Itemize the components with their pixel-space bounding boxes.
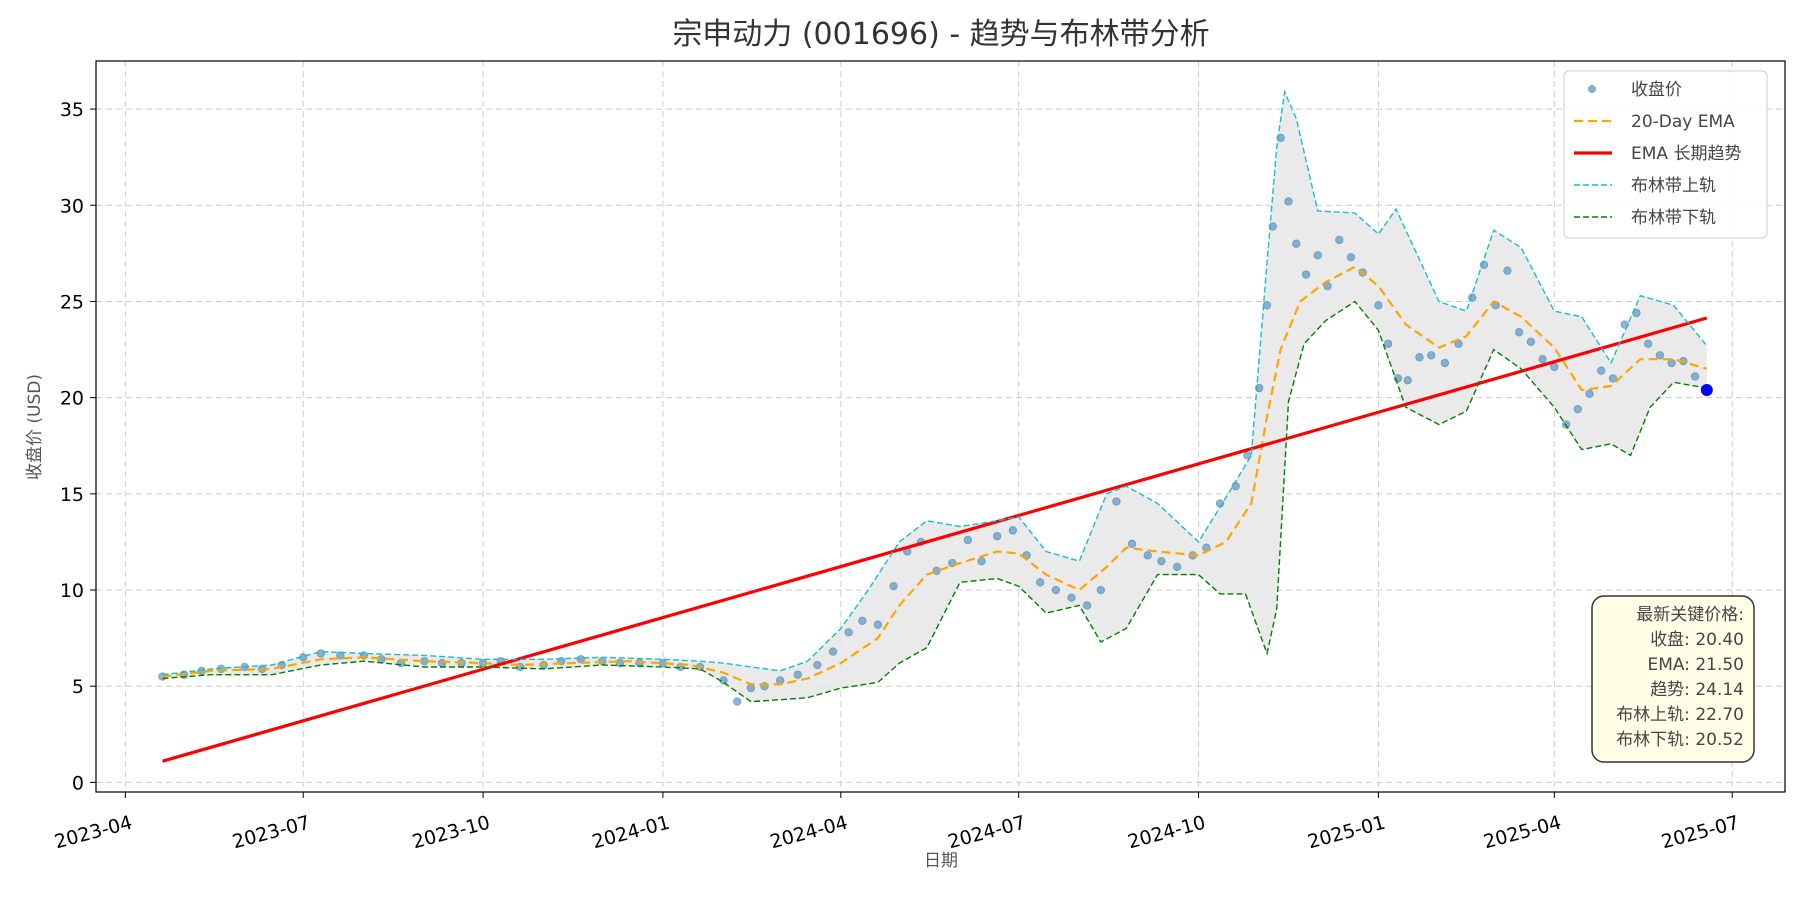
- y-tick-label: 20: [60, 388, 84, 410]
- y-tick-label: 35: [60, 99, 84, 121]
- close-price-point: [1346, 253, 1356, 262]
- legend-label: 收盘价: [1631, 80, 1682, 100]
- close-price-point: [1383, 339, 1393, 348]
- chart-svg: 0 5 10 15 20 25 30 35 2023-04 2023-07 2023-10 2024-…: [25, 17, 1786, 871]
- close-price-point: [889, 581, 898, 591]
- legend-label: 布林带上轨: [1631, 176, 1716, 196]
- close-price-point: [1112, 497, 1121, 506]
- close-price-point: [1082, 601, 1092, 610]
- grid-layer: [96, 61, 1785, 792]
- close-price-point: [732, 697, 742, 706]
- chart-container: 0 5 10 15 20 25 30 35 2023-04 2023-07 2023-10 2024-…: [0, 0, 1800, 900]
- close-price-point: [1284, 197, 1293, 206]
- close-price-point: [1262, 301, 1272, 310]
- x-tick-label: 2025-01: [1305, 812, 1387, 854]
- close-price-point: [316, 649, 326, 658]
- close-price-point: [1008, 526, 1018, 535]
- close-price-point: [1301, 270, 1311, 279]
- close-price-point: [1035, 578, 1045, 587]
- y-tick-label: 25: [60, 291, 84, 313]
- close-price-point: [977, 556, 986, 566]
- chart-legend: 收盘价 20-Day EMA EMA 长期趋势布林带上轨布林带下轨: [1563, 70, 1768, 239]
- close-price-point: [1514, 328, 1524, 337]
- close-price-point: [437, 658, 447, 668]
- close-price-point: [1313, 251, 1322, 260]
- close-price-point: [1655, 351, 1665, 360]
- axis-layer: 0 5 10 15 20 25 30 35 2023-04 2023-07 2023-10 2024-…: [52, 99, 1741, 853]
- close-price-point: [1292, 239, 1301, 248]
- annotation-title: 最新关键价格:: [1636, 605, 1744, 625]
- x-tick-label: 2023-07: [230, 812, 312, 854]
- close-price-point: [1440, 358, 1450, 368]
- close-price-point: [1157, 556, 1166, 566]
- close-price-point: [813, 660, 822, 670]
- close-price-point: [1051, 585, 1061, 595]
- close-price-point: [1067, 593, 1076, 602]
- legend-label: 20-Day EMA: [1631, 112, 1735, 132]
- close-price-point: [1667, 358, 1676, 368]
- close-price-point: [1403, 376, 1412, 385]
- close-price-point: [1096, 585, 1105, 595]
- legend-swatch: [1588, 85, 1596, 93]
- close-price-point: [1426, 351, 1436, 360]
- x-tick-label: 2023-04: [52, 812, 134, 854]
- annotation-line: 趋势: 24.14: [1650, 680, 1744, 700]
- close-price-point: [828, 647, 838, 656]
- latest-price-annotation: 最新关键价格: 收盘: 20.40 EMA: 21.50 趋势: 24.14 布林上轨:…: [1591, 595, 1755, 763]
- annotation-line: EMA: 21.50: [1647, 655, 1744, 675]
- close-price-point: [1597, 366, 1606, 375]
- legend-label: EMA 长期趋势: [1631, 144, 1741, 164]
- y-tick-label: 0: [72, 772, 84, 794]
- close-price-point: [963, 535, 973, 545]
- latest-close-marker: [1700, 383, 1713, 396]
- y-tick-label: 10: [60, 580, 84, 602]
- x-axis-label: 日期: [924, 851, 958, 871]
- close-price-point: [1620, 320, 1629, 329]
- close-price-point: [932, 566, 941, 575]
- close-price-point: [844, 628, 853, 637]
- y-tick-label: 30: [60, 195, 84, 217]
- trend-line: [162, 316, 1708, 763]
- x-tick-label: 2024-01: [590, 812, 672, 854]
- plot-frame: [95, 60, 1786, 793]
- x-tick-label: 2024-10: [1125, 812, 1207, 854]
- close-price-point: [793, 670, 802, 679]
- chart-title: 宗申动力 (001696) - 趋势与布林带分析: [672, 17, 1209, 52]
- y-tick-label: 15: [60, 484, 84, 506]
- x-tick-label: 2025-04: [1481, 812, 1563, 854]
- annotation-line: 布林下轨: 20.52: [1616, 730, 1744, 750]
- close-price-point: [873, 620, 883, 629]
- close-price-point: [1415, 353, 1424, 362]
- close-price-point: [1643, 339, 1653, 348]
- x-tick-label: 2023-10: [410, 812, 492, 854]
- close-price-point: [1143, 551, 1152, 560]
- close-price-point: [1172, 562, 1182, 572]
- close-price-point: [1231, 481, 1240, 491]
- close-price-point: [1503, 266, 1512, 275]
- x-tick-label: 2025-07: [1659, 812, 1741, 854]
- close-price-point: [1374, 301, 1383, 310]
- close-price-point: [776, 676, 785, 685]
- annotation-line: 布林上轨: 22.70: [1616, 705, 1744, 725]
- close-price-point: [1335, 235, 1344, 245]
- legend-label: 布林带下轨: [1631, 208, 1716, 228]
- close-price-point: [1585, 389, 1594, 398]
- close-price-point: [1526, 337, 1536, 347]
- close-price-point: [992, 531, 1002, 541]
- annotation-line: 收盘: 20.40: [1650, 630, 1744, 650]
- y-axis-label: 收盘价 (USD): [25, 374, 45, 480]
- close-price-point: [746, 683, 756, 693]
- x-tick-label: 2024-07: [946, 812, 1028, 854]
- close-price-point: [858, 616, 867, 625]
- close-price-point: [1538, 354, 1547, 364]
- y-tick-label: 5: [72, 676, 84, 698]
- close-price-point: [1550, 362, 1559, 372]
- x-tick-label: 2024-04: [768, 812, 850, 854]
- bollinger-band-fill: [162, 91, 1707, 702]
- close-price-point: [1127, 539, 1137, 549]
- close-price-point: [1690, 372, 1700, 381]
- close-price-point: [1573, 404, 1582, 414]
